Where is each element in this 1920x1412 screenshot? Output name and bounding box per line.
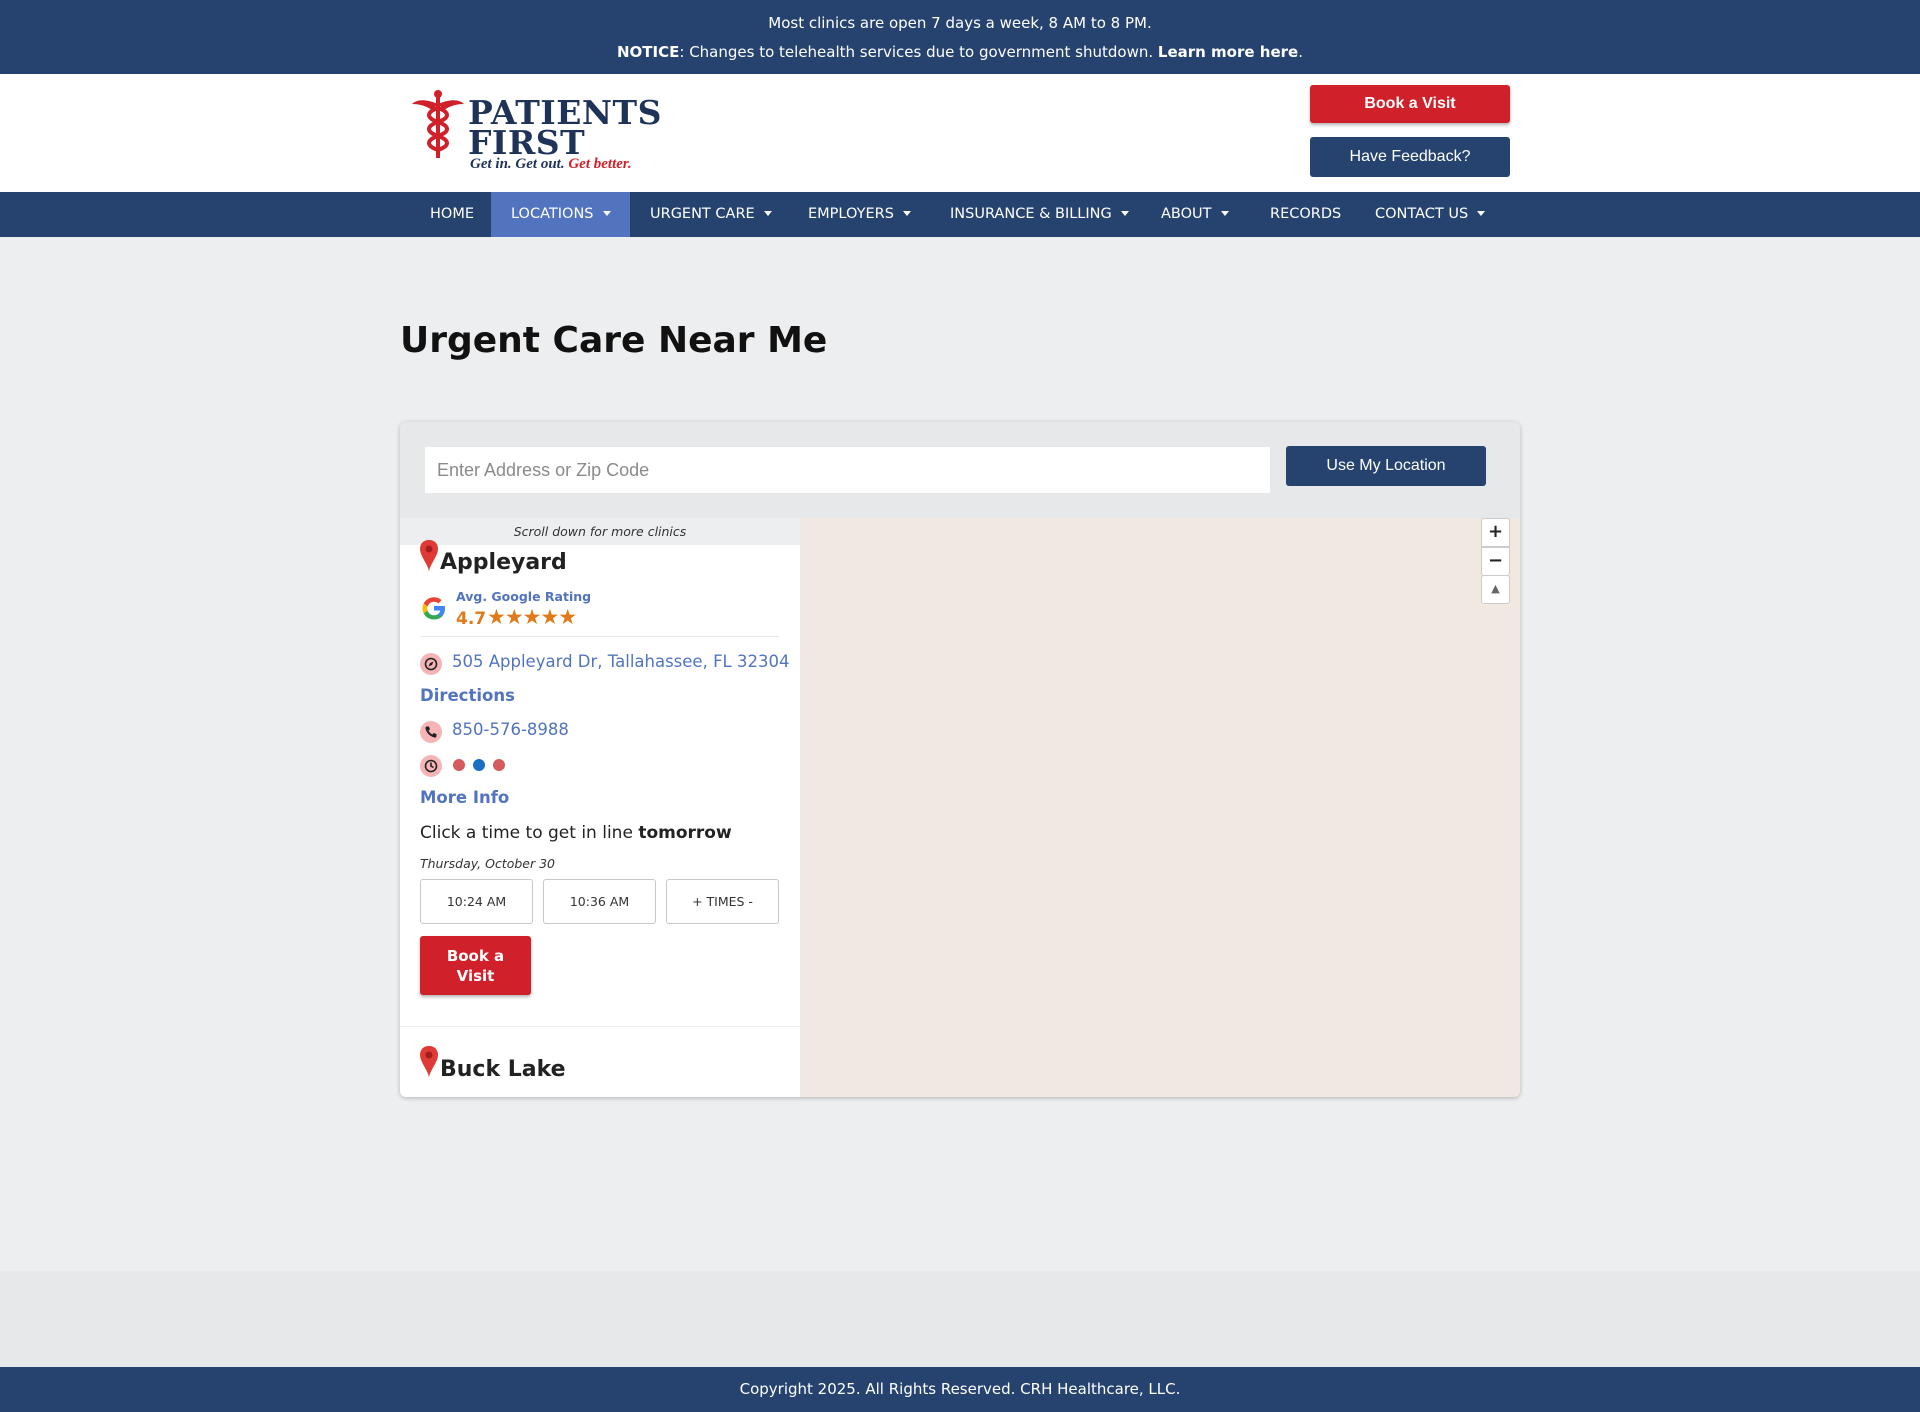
nav-contact-us[interactable]: CONTACT US	[1355, 192, 1486, 237]
divider	[420, 636, 779, 637]
google-icon	[422, 597, 445, 620]
more-info-link[interactable]: More Info	[420, 788, 509, 807]
caret-down-icon	[1477, 211, 1486, 216]
caduceus-icon	[412, 90, 464, 158]
phone-icon	[420, 721, 442, 743]
caret-down-icon	[1220, 211, 1229, 216]
clinic-finder: Use My Location Scroll down for more cli…	[400, 422, 1520, 1097]
rating-label: Avg. Google Rating	[456, 589, 592, 604]
loading-dot	[473, 759, 485, 771]
caret-down-icon	[602, 211, 611, 216]
logo-text-first: FIRST	[468, 123, 586, 162]
nav-urgent-care[interactable]: URGENT CARE	[630, 192, 772, 237]
clinic-card-appleyard: Appleyard Avg. Google Rating 4.7 ★★★★★ 5…	[400, 518, 800, 1097]
zoom-in-button[interactable]: +	[1481, 518, 1510, 547]
clinic-address-link[interactable]: 505 Appleyard Dr, Tallahassee, FL 32304	[452, 652, 790, 671]
caret-down-icon	[763, 211, 772, 216]
footer-spacer	[0, 1271, 1920, 1367]
nav-locations[interactable]: LOCATIONS	[491, 192, 630, 237]
nav-label: HOME	[430, 206, 474, 222]
notice-text: : Changes to telehealth services due to …	[679, 43, 1158, 61]
nav-label: INSURANCE & BILLING	[950, 206, 1112, 222]
notice-label: NOTICE	[617, 43, 680, 61]
tagline-part-a: Get in. Get out.	[470, 156, 569, 172]
hours-text: Most clinics are open 7 days a week, 8 A…	[768, 14, 1152, 32]
site-footer: Copyright 2025. All Rights Reserved. CRH…	[0, 1367, 1920, 1412]
nav-label: LOCATIONS	[511, 206, 594, 222]
address-search-input[interactable]	[424, 446, 1271, 494]
time-slot-button[interactable]: 10:24 AM	[420, 879, 533, 924]
clinic-list[interactable]: Scroll down for more clinics Appleyard A…	[400, 518, 800, 1097]
book-visit-button[interactable]: Book a Visit	[1310, 85, 1510, 123]
search-row: Use My Location	[400, 422, 1520, 518]
main-nav: HOME LOCATIONS URGENT CARE EMPLOYERS INS…	[0, 192, 1920, 237]
notice-bar: Most clinics are open 7 days a week, 8 A…	[0, 0, 1920, 74]
nav-home[interactable]: HOME	[410, 192, 494, 237]
tagline-part-b: Get better.	[568, 156, 632, 172]
nav-label: CONTACT US	[1375, 206, 1469, 222]
clinic-divider	[400, 1026, 800, 1027]
nav-label: URGENT CARE	[650, 206, 755, 222]
clinic-name[interactable]: Appleyard	[440, 550, 567, 575]
reset-north-button[interactable]: ▲	[1481, 575, 1510, 604]
clinic-book-visit-button[interactable]: Book a Visit	[420, 936, 531, 995]
appointment-date: Thursday, October 30	[420, 856, 556, 871]
nav-records[interactable]: RECORDS	[1250, 192, 1341, 237]
clock-icon	[420, 755, 442, 777]
location-icon	[420, 653, 442, 675]
nav-insurance-billing[interactable]: INSURANCE & BILLING	[930, 192, 1129, 237]
more-times-button[interactable]: + TIMES -	[666, 879, 779, 924]
logo-tagline: Get in. Get out. Get better.	[470, 156, 632, 173]
directions-link[interactable]: Directions	[420, 686, 515, 705]
clinic-name[interactable]: Buck Lake	[440, 1057, 566, 1082]
nav-label: RECORDS	[1270, 206, 1342, 222]
use-my-location-button[interactable]: Use My Location	[1286, 446, 1486, 486]
notice-line: NOTICE: Changes to telehealth services d…	[0, 43, 1920, 61]
nav-about[interactable]: ABOUT	[1141, 192, 1229, 237]
loading-dot	[493, 759, 505, 771]
rating-value: 4.7	[456, 609, 487, 629]
page-title: Urgent Care Near Me	[400, 320, 828, 361]
notice-end: .	[1298, 43, 1303, 61]
patients-first-logo[interactable]: PATIENTS FIRST Get in. Get out. Get bett…	[410, 88, 710, 176]
nav-label: EMPLOYERS	[808, 206, 894, 222]
nav-employers[interactable]: EMPLOYERS	[788, 192, 911, 237]
nav-label: ABOUT	[1161, 206, 1212, 222]
get-in-line-day: tomorrow	[638, 823, 732, 843]
get-in-line-prefix: Click a time to get in line	[420, 823, 639, 843]
map-pin-icon	[420, 540, 438, 572]
get-in-line-text: Click a time to get in line tomorrow	[420, 823, 732, 843]
zoom-out-button[interactable]: −	[1481, 547, 1510, 576]
feedback-button[interactable]: Have Feedback?	[1310, 137, 1510, 177]
clinic-phone-link[interactable]: 850-576-8988	[452, 720, 569, 739]
map-area[interactable]: + − ▲	[800, 518, 1520, 1097]
learn-more-link[interactable]: Learn more here	[1158, 43, 1298, 61]
star-rating-icon: ★★★★★	[487, 606, 577, 629]
caret-down-icon	[1120, 211, 1129, 216]
site-header: PATIENTS FIRST Get in. Get out. Get bett…	[0, 74, 1920, 192]
caret-down-icon	[902, 211, 911, 216]
loading-dot	[453, 759, 465, 771]
map-pin-icon	[420, 1046, 438, 1078]
time-slot-button[interactable]: 10:36 AM	[543, 879, 656, 924]
